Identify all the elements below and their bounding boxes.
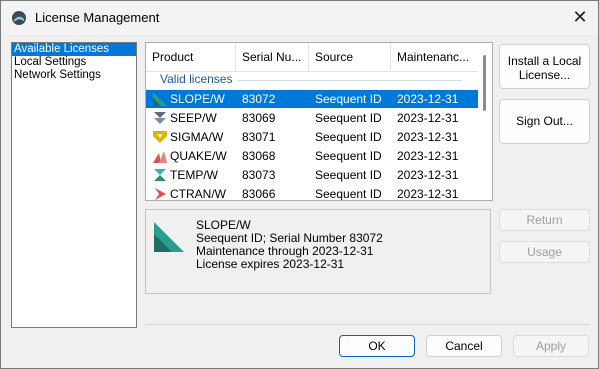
license-row[interactable]: SEEP/W 83069 Seequent ID 2023-12-31 <box>146 109 492 127</box>
license-row[interactable]: TEMP/W 83073 Seequent ID 2023-12-31 <box>146 166 492 184</box>
close-icon: ✕ <box>572 7 588 27</box>
vertical-scrollbar[interactable] <box>478 43 492 200</box>
window-title: License Management <box>35 10 160 25</box>
scrollbar-thumb[interactable] <box>483 55 486 111</box>
source-cell: Seequent ID <box>315 187 382 201</box>
maintenance-cell: 2023-12-31 <box>397 111 459 125</box>
sign-out-button[interactable]: Sign Out... <box>499 99 590 144</box>
sigma-icon <box>153 131 167 143</box>
license-row[interactable]: CTRAN/W 83066 Seequent ID 2023-12-31 <box>146 185 492 201</box>
ctran-icon <box>155 188 166 200</box>
license-management-dialog: License Management ✕ Available Licenses … <box>0 0 599 369</box>
nav-item-available-licenses[interactable]: Available Licenses <box>12 43 136 56</box>
close-button[interactable]: ✕ <box>562 1 598 35</box>
license-row[interactable]: SLOPE/W 83072 Seequent ID 2023-12-31 <box>146 90 492 108</box>
serial-cell: 83069 <box>242 111 276 125</box>
column-header-source[interactable]: Source <box>309 43 391 71</box>
product-cell: QUAKE/W <box>170 149 227 163</box>
ok-button[interactable]: OK <box>339 335 415 357</box>
return-button[interactable]: Return <box>499 209 590 231</box>
serial-cell: 83073 <box>242 168 276 182</box>
source-cell: Seequent ID <box>315 168 382 182</box>
column-header-maintenance[interactable]: Maintenanc... <box>391 43 478 71</box>
usage-button[interactable]: Usage <box>499 241 590 263</box>
footer-divider <box>145 324 590 325</box>
license-list[interactable]: Product Serial Nu... Source Maintenanc..… <box>145 42 493 201</box>
product-cell: CTRAN/W <box>170 187 226 201</box>
seep-icon <box>154 112 166 124</box>
source-cell: Seequent ID <box>315 130 382 144</box>
serial-cell: 83068 <box>242 149 276 163</box>
maintenance-cell: 2023-12-31 <box>397 187 459 201</box>
quake-icon <box>153 151 167 163</box>
group-header-valid-licenses: Valid licenses <box>160 72 233 86</box>
cancel-button[interactable]: Cancel <box>426 335 502 357</box>
maintenance-cell: 2023-12-31 <box>397 168 459 182</box>
group-divider <box>238 80 462 81</box>
product-cell: TEMP/W <box>170 168 218 182</box>
apply-button[interactable]: Apply <box>513 335 589 357</box>
maintenance-cell: 2023-12-31 <box>397 149 459 163</box>
serial-cell: 83066 <box>242 187 276 201</box>
license-row[interactable]: QUAKE/W 83068 Seequent ID 2023-12-31 <box>146 147 492 165</box>
source-cell: Seequent ID <box>315 149 382 163</box>
source-cell: Seequent ID <box>315 111 382 125</box>
maintenance-cell: 2023-12-31 <box>397 92 459 106</box>
slope-icon <box>154 222 184 252</box>
column-headers: Product Serial Nu... Source Maintenanc..… <box>146 43 478 72</box>
temp-icon <box>154 169 166 181</box>
license-details-panel: SLOPE/W Seequent ID; Serial Number 83072… <box>145 209 491 294</box>
source-cell: Seequent ID <box>315 92 382 106</box>
detail-expiry: License expires 2023-12-31 <box>196 257 345 271</box>
maintenance-cell: 2023-12-31 <box>397 130 459 144</box>
settings-nav-list[interactable]: Available Licenses Local Settings Networ… <box>11 42 137 328</box>
serial-cell: 83071 <box>242 130 276 144</box>
column-header-serial[interactable]: Serial Nu... <box>236 43 309 71</box>
nav-item-local-settings[interactable]: Local Settings <box>12 56 136 69</box>
install-local-license-button[interactable]: Install a Local License... <box>499 44 590 89</box>
product-cell: SIGMA/W <box>170 130 224 144</box>
slope-icon <box>153 92 167 106</box>
column-header-product[interactable]: Product <box>146 43 236 71</box>
product-cell: SLOPE/W <box>170 92 225 106</box>
nav-item-network-settings[interactable]: Network Settings <box>12 69 136 82</box>
product-cell: SEEP/W <box>170 111 217 125</box>
serial-cell: 83072 <box>242 92 276 106</box>
license-row[interactable]: SIGMA/W 83071 Seequent ID 2023-12-31 <box>146 128 492 146</box>
title-bar: License Management ✕ <box>1 1 598 35</box>
app-logo-icon <box>12 11 26 25</box>
